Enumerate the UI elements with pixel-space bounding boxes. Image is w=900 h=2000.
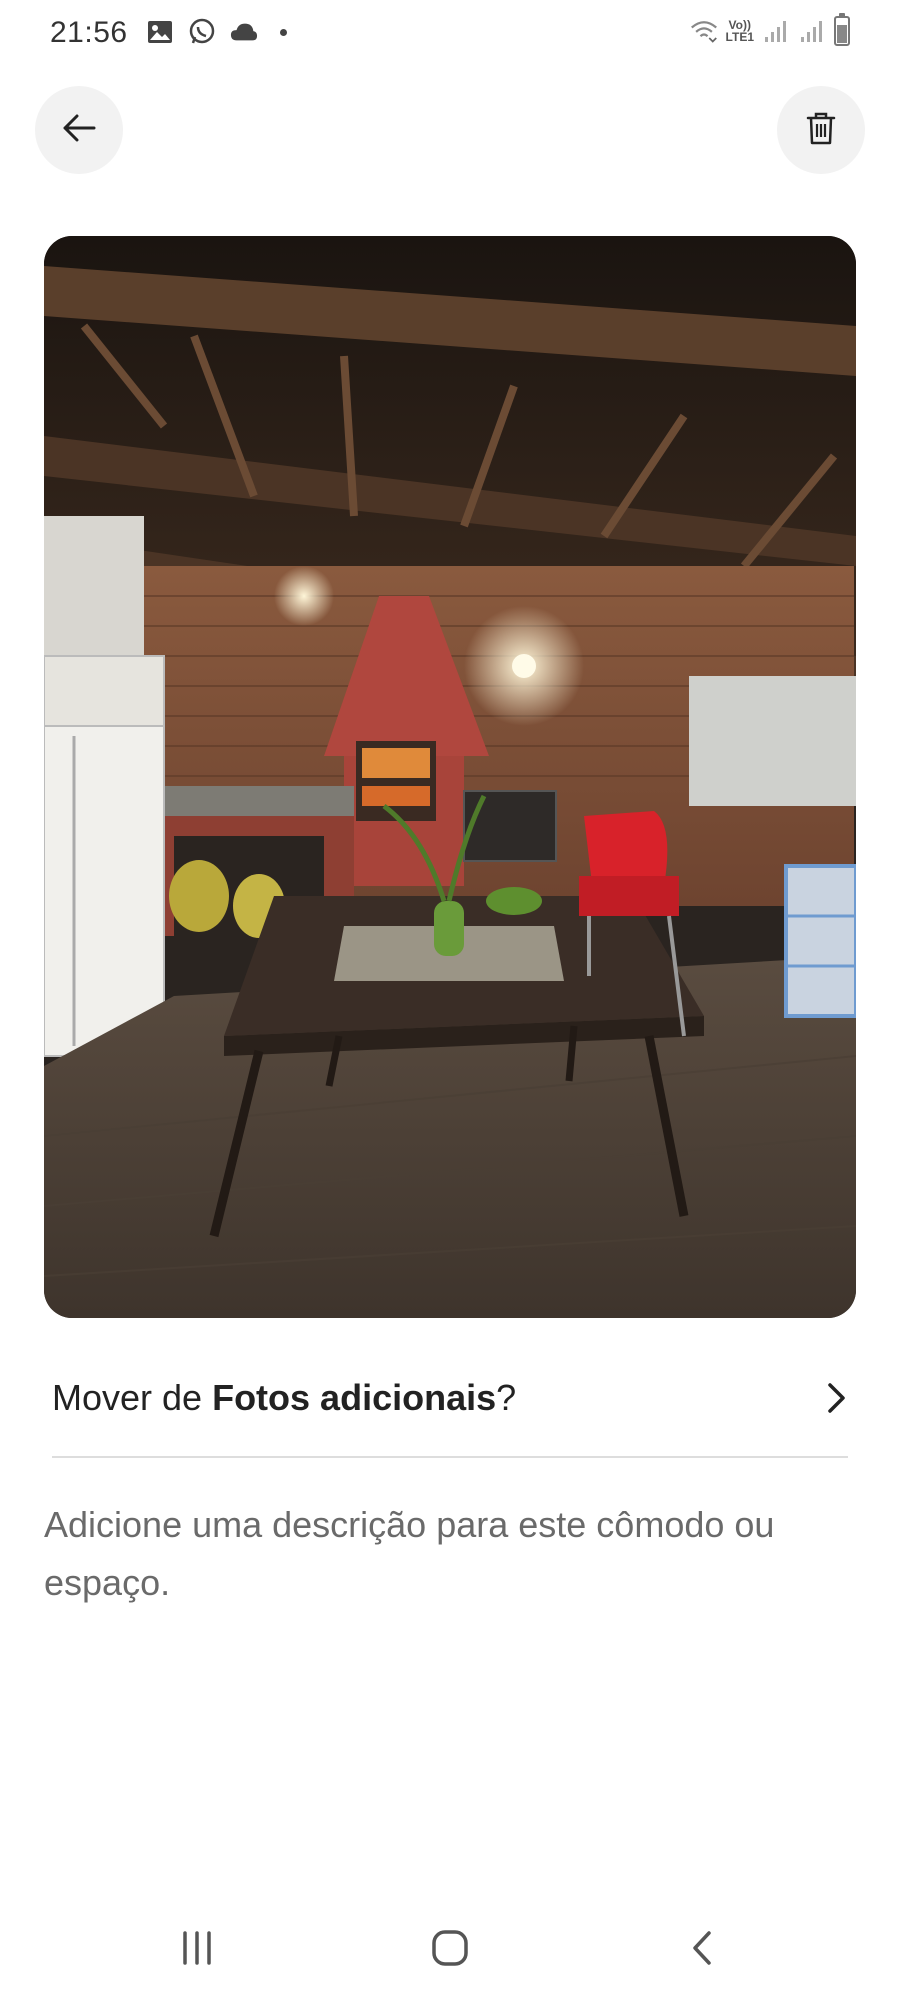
notification-dot (280, 28, 287, 36)
whatsapp-icon (188, 18, 216, 46)
photo-illustration (44, 236, 856, 1318)
chevron-right-icon (822, 1378, 852, 1418)
move-section-name: Fotos adicionais (212, 1377, 497, 1418)
cloud-icon (230, 18, 258, 46)
arrow-left-icon (62, 113, 96, 148)
status-bar: 21:56 Vo)) LTE1 (0, 0, 900, 70)
status-time: 21:56 (50, 16, 128, 49)
home-icon (431, 1929, 469, 1972)
back-button[interactable] (35, 86, 123, 174)
move-section-text: Mover de Fotos adicionais? (52, 1377, 822, 1419)
move-prefix: Mover de (52, 1377, 213, 1418)
system-back-button[interactable] (662, 1920, 742, 1980)
battery-icon (834, 13, 850, 46)
back-chevron-icon (691, 1930, 713, 1971)
status-notification-icons (146, 18, 287, 46)
delete-photo-button[interactable] (777, 86, 865, 174)
home-button[interactable] (410, 1920, 490, 1980)
move-suffix: ? (496, 1377, 517, 1418)
lte-label: LTE1 (725, 30, 754, 44)
recents-button[interactable] (157, 1920, 237, 1980)
move-section-row[interactable]: Mover de Fotos adicionais? (52, 1362, 852, 1434)
gallery-icon (146, 18, 174, 46)
divider (52, 1456, 848, 1458)
trash-icon (806, 111, 836, 150)
description-input[interactable]: Adicione uma descrição para este cômodo … (44, 1496, 856, 1612)
system-navigation-bar (0, 1900, 900, 2000)
status-system-icons: Vo)) LTE1 (690, 13, 850, 46)
signal-icon (762, 17, 790, 45)
wifi-calling-icon (690, 17, 718, 45)
outdoor-kitchen-photo[interactable] (44, 236, 856, 1318)
signal-icon (798, 17, 826, 45)
volte-lte-icon: Vo)) LTE1 (726, 19, 754, 43)
recents-icon (179, 1930, 215, 1970)
